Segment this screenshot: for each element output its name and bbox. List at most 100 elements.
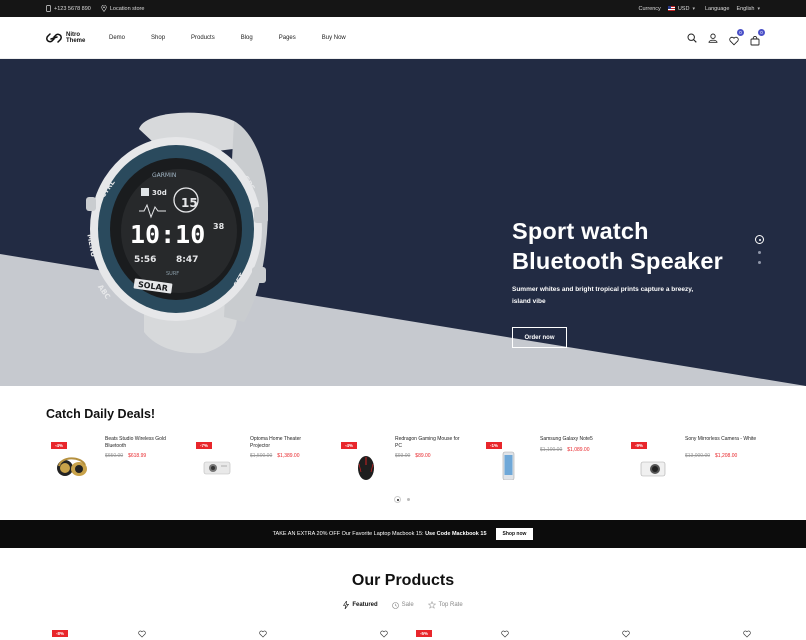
deal-name: Sony Mirrorless Camera - White <box>685 436 757 442</box>
search-icon[interactable] <box>687 32 697 43</box>
deals-pagination <box>394 496 410 503</box>
products-title: Our Products <box>351 572 455 589</box>
deal-name: Samsung Galaxy Note5 <box>540 436 593 442</box>
new-price: $1,208.00 <box>715 453 738 459</box>
promo-body: Our Favorite Laptop Macbook 15: <box>341 531 424 537</box>
deal-item[interactable]: -7% Optoma Home Theater Projector $1,500… <box>191 436 336 486</box>
projector-icon <box>203 461 231 475</box>
promo-headline: TAKE AN EXTRA 20% OFF <box>272 531 341 537</box>
site-logo[interactable]: Nitro Theme <box>46 32 109 44</box>
tab-featured-label: Featured <box>352 602 378 608</box>
heart-icon[interactable] <box>259 630 267 638</box>
nav-demo[interactable]: Demo <box>109 35 125 41</box>
deal-prices: $1,100.00 $1,089.00 <box>540 447 590 453</box>
currency-label: Currency <box>638 5 661 12</box>
heart-icon <box>729 36 739 45</box>
daily-deals-section: Catch Daily Deals! -4% Beats Studio Wire… <box>0 386 806 520</box>
location-link[interactable]: Location store <box>101 5 144 12</box>
us-flag-icon <box>667 6 675 11</box>
camera-icon <box>640 461 666 477</box>
nav-shop[interactable]: Shop <box>151 35 165 41</box>
deals-title: Catch Daily Deals! <box>46 407 156 421</box>
deal-prices: $13,000.00 $1,208.00 <box>685 453 737 459</box>
new-price: $618.99 <box>128 453 147 459</box>
heart-icon[interactable] <box>743 630 751 638</box>
chevron-down-icon: ▾ <box>692 5 695 12</box>
phone-number: +123 5678 890 <box>54 5 91 12</box>
deal-item[interactable]: -1% Samsung Galaxy Note5 $1,100.00 $1,089… <box>481 436 626 486</box>
location-pin-icon <box>101 5 107 12</box>
lightning-icon <box>343 601 350 609</box>
watch-sub-left: 5:56 <box>134 255 156 265</box>
star-icon <box>427 601 436 609</box>
clock-icon <box>391 601 399 609</box>
nav-products[interactable]: Products <box>191 35 215 41</box>
phone-contact[interactable]: +123 5678 890 <box>46 5 91 12</box>
watch-time: 10:10 <box>130 220 205 249</box>
deal-prices: $650.00 $618.99 <box>105 453 146 459</box>
watch-mode: SURF <box>166 271 179 277</box>
promo-banner: TAKE AN EXTRA 20% OFF Our Favorite Lapto… <box>0 520 806 548</box>
slide-dot-1[interactable] <box>755 235 764 244</box>
heart-icon[interactable] <box>501 630 509 638</box>
heart-icon[interactable] <box>138 630 146 638</box>
hero-subtitle: Summer whites and bright tropical prints… <box>512 286 694 305</box>
promo-text: TAKE AN EXTRA 20% OFF Our Favorite Lapto… <box>273 531 487 537</box>
nav-blog[interactable]: Blog <box>241 35 253 41</box>
nav-pages[interactable]: Pages <box>279 35 296 41</box>
watch-brand: GARMIN <box>152 172 176 179</box>
new-price: $89.00 <box>415 453 431 459</box>
cart-count-badge: 0 <box>758 28 765 36</box>
logo-mark-icon <box>46 32 62 43</box>
currency-selector[interactable]: Currency USD ▾ <box>639 6 695 12</box>
heart-icon[interactable] <box>622 630 630 638</box>
discount-badge: -1% <box>486 442 503 449</box>
products-section: Our Products Featured Sale Top Rate -8% … <box>0 548 806 640</box>
deals-dot-2[interactable] <box>407 498 410 501</box>
logo-line2: Theme <box>66 37 86 44</box>
deal-item[interactable]: -4% Redragon Gaming Mouse for PC $93.00 $… <box>336 436 481 486</box>
hero-slider: GARMIN CTRL MENU ABC GPS SET 30d 15 10:1… <box>0 59 806 386</box>
discount-badge: -9% <box>631 442 648 449</box>
deal-item[interactable]: -4% Beats Studio Wireless Gold Bluetooth… <box>46 436 191 486</box>
order-now-button[interactable]: Order now <box>512 327 567 348</box>
language-label: Language <box>704 5 730 12</box>
main-nav: Demo Shop Products Blog Pages Buy Now <box>109 35 372 41</box>
chevron-down-icon: ▾ <box>757 5 760 12</box>
user-icon[interactable] <box>708 33 718 43</box>
slide-dot-2[interactable] <box>758 251 761 254</box>
new-price: $1,389.00 <box>277 453 300 459</box>
language-selector[interactable]: Language English ▾ <box>705 6 760 12</box>
cart-icon <box>750 35 760 45</box>
nav-buy-now[interactable]: Buy Now <box>322 35 346 41</box>
discount-badge: -4% <box>51 442 68 449</box>
product-discount-badge: -5% <box>416 630 433 637</box>
headphones-icon <box>57 457 87 476</box>
smartwatch-image: GARMIN CTRL MENU ABC GPS SET 30d 15 10:1… <box>85 112 269 354</box>
logo-text: Nitro Theme <box>66 32 85 44</box>
shop-now-button[interactable]: Shop now <box>495 528 534 540</box>
wishlist-button[interactable]: 0 <box>729 28 744 45</box>
product-grid: -8% -5% <box>46 630 760 640</box>
promo-code: Use Code Mackbook 15 <box>425 531 487 537</box>
tab-sale[interactable]: Sale <box>391 601 414 609</box>
product-discount-badge: -8% <box>52 630 69 637</box>
slide-dot-3[interactable] <box>758 261 761 264</box>
hero-title-line2: Bluetooth Speaker <box>512 248 724 274</box>
deal-name: Beats Studio Wireless Gold Bluetooth <box>105 436 166 449</box>
top-bar: +123 5678 890 Location store Currency US… <box>0 0 806 17</box>
heart-icon[interactable] <box>380 630 388 638</box>
deal-item[interactable]: -9% Sony Mirrorless Camera - White $13,0… <box>626 436 771 486</box>
hero-title: Sport watch Bluetooth Speaker <box>512 216 723 276</box>
watch-temp: 30d <box>152 189 167 197</box>
hero-title-line1: Sport watch <box>512 218 649 244</box>
old-price: $650.00 <box>105 453 124 459</box>
deals-dot-1[interactable] <box>394 496 401 503</box>
tab-top-rate[interactable]: Top Rate <box>427 601 463 609</box>
mouse-icon <box>358 456 374 480</box>
tab-sale-label: Sale <box>401 602 414 608</box>
phone-icon <box>502 451 515 480</box>
discount-badge: -4% <box>341 442 358 449</box>
cart-button[interactable]: 0 <box>750 28 765 45</box>
tab-featured[interactable]: Featured <box>343 601 378 609</box>
